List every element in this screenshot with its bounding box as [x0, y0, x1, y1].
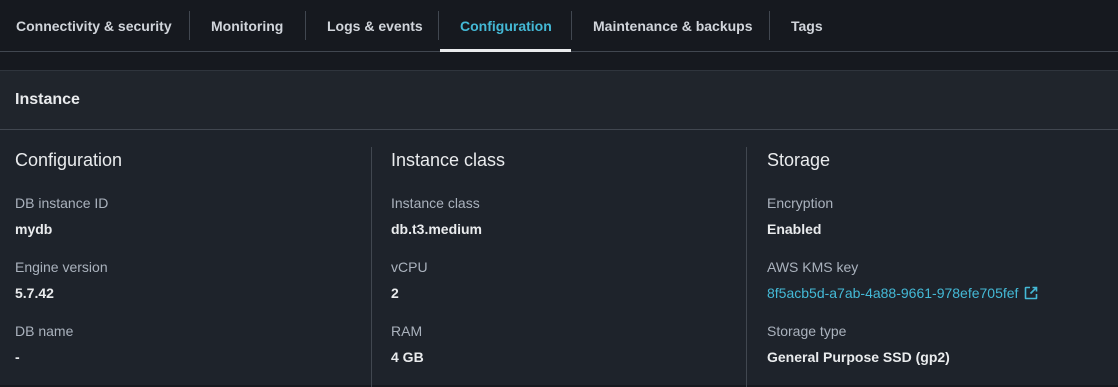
- field-label-vcpu: vCPU: [391, 259, 428, 275]
- column-divider: [746, 147, 747, 387]
- field-label-ram: RAM: [391, 323, 423, 339]
- kms-key-link[interactable]: 8f5acb5d-a7ab-4a88-9661-978efe705fef: [767, 285, 1038, 301]
- field-label-aws-kms-key: AWS KMS key: [767, 259, 859, 275]
- tab-divider: [438, 11, 439, 40]
- panel-title: Instance: [15, 91, 80, 108]
- tab-bar: Connectivity & security Monitoring Logs …: [0, 0, 1118, 52]
- field-value-encryption: Enabled: [767, 221, 822, 237]
- field-label-db-name: DB name: [15, 323, 74, 339]
- tab-configuration[interactable]: Configuration: [460, 0, 552, 52]
- field-value-db-name: -: [15, 349, 20, 365]
- tab-connectivity-security[interactable]: Connectivity & security: [16, 0, 172, 52]
- field-label-engine-version: Engine version: [15, 259, 108, 275]
- tab-divider: [571, 11, 572, 40]
- field-value-instance-class: db.t3.medium: [391, 221, 483, 237]
- instance-class-column: Instance class Instance class db.t3.medi…: [391, 130, 731, 386]
- field-label-instance-class: Instance class: [391, 195, 480, 211]
- field-label-storage-type: Storage type: [767, 323, 847, 339]
- field-label-db-instance-id: DB instance ID: [15, 195, 109, 211]
- kms-key-link-text[interactable]: 8f5acb5d-a7ab-4a88-9661-978efe705fef: [767, 285, 1018, 301]
- field-label-encryption: Encryption: [767, 195, 834, 211]
- panel-header: Instance: [0, 71, 1118, 130]
- tab-divider: [189, 11, 190, 40]
- tab-tags[interactable]: Tags: [791, 0, 823, 52]
- external-link-icon[interactable]: [1024, 286, 1038, 300]
- field-value-db-instance-id: mydb: [15, 221, 53, 237]
- tab-logs-events[interactable]: Logs & events: [327, 0, 423, 52]
- tab-divider: [769, 11, 770, 40]
- tab-divider: [305, 11, 306, 40]
- field-value-engine-version: 5.7.42: [15, 285, 54, 301]
- configuration-column: Configuration DB instance ID mydb Engine…: [15, 130, 355, 386]
- column-title: Instance class: [391, 150, 506, 170]
- field-value-vcpu: 2: [391, 285, 399, 301]
- instance-panel: Instance Configuration DB instance ID my…: [0, 70, 1118, 387]
- tab-monitoring[interactable]: Monitoring: [211, 0, 283, 52]
- column-title: Configuration: [15, 150, 123, 170]
- storage-column: Storage Encryption Enabled AWS KMS key 8…: [767, 130, 1107, 386]
- active-tab-indicator: [440, 49, 571, 52]
- field-value-storage-type: General Purpose SSD (gp2): [767, 349, 950, 365]
- column-divider: [371, 147, 372, 387]
- column-title: Storage: [767, 150, 831, 170]
- field-value-ram: 4 GB: [391, 349, 424, 365]
- tab-maintenance-backups[interactable]: Maintenance & backups: [593, 0, 753, 52]
